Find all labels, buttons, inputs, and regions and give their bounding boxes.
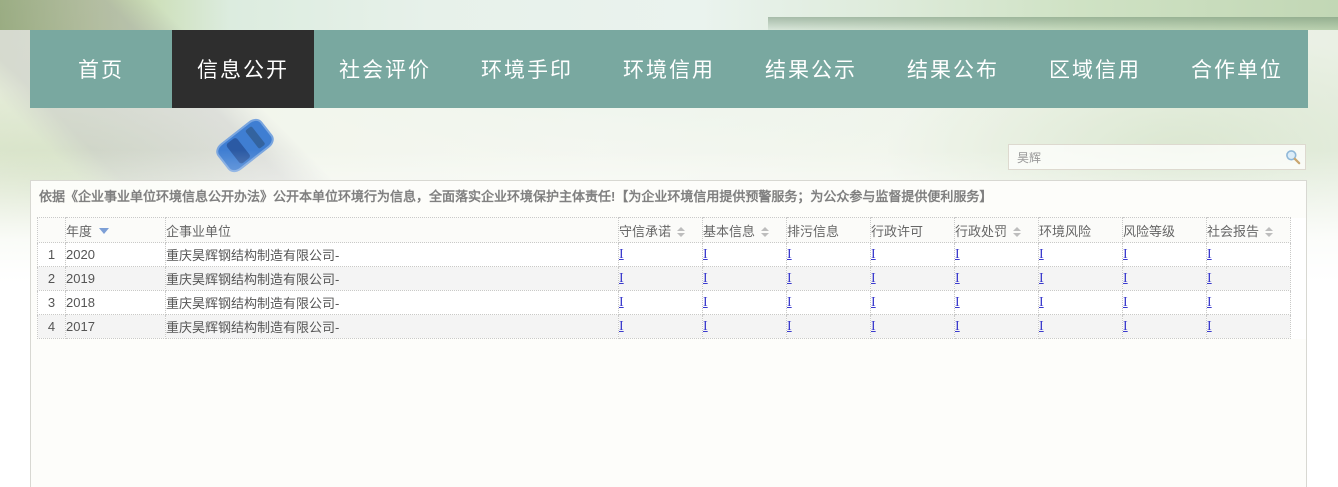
- scroll-gutter: [1291, 315, 1307, 339]
- col-credit-promise-label: 守信承诺: [619, 224, 671, 239]
- company-cell: 重庆昊辉钢结构制造有限公司-: [166, 267, 619, 291]
- col-social-report-header[interactable]: 社会报告: [1207, 218, 1291, 243]
- sort-icon: [761, 227, 769, 237]
- page: 首页 信息公开 社会评价 环境手印 环境信用 结果公示 结果公布 区域信用 合作…: [0, 0, 1338, 487]
- col-admin-permit-label: 行政许可: [871, 224, 923, 239]
- nav-item-regional-credit[interactable]: 区域信用: [1024, 30, 1166, 108]
- search-icon[interactable]: [1285, 149, 1301, 165]
- sort-icon: [677, 227, 685, 237]
- basic-info-link[interactable]: I: [703, 247, 708, 262]
- search-box: [1008, 144, 1306, 170]
- env-risk-link[interactable]: I: [1039, 271, 1044, 286]
- basic-info-link[interactable]: I: [703, 271, 708, 286]
- basic-info-link[interactable]: I: [703, 319, 708, 334]
- col-basic-info-label: 基本信息: [703, 224, 755, 239]
- env-risk-link[interactable]: I: [1039, 247, 1044, 262]
- col-env-risk-label: 环境风险: [1039, 224, 1091, 239]
- col-credit-promise-header[interactable]: 守信承诺: [619, 218, 703, 243]
- nav-item-home[interactable]: 首页: [30, 30, 172, 108]
- table-header-row: 年度 企事业单位 守信承诺 基本信息 排污信息 行政许可: [38, 218, 1307, 243]
- col-index-header: [38, 218, 66, 243]
- table-row: 1 2020 重庆昊辉钢结构制造有限公司- I I I I I I I I: [38, 243, 1307, 267]
- row-index-cell: 2: [38, 267, 66, 291]
- scroll-gutter: [1291, 218, 1307, 243]
- admin-permit-link[interactable]: I: [871, 319, 876, 334]
- records-table: 年度 企事业单位 守信承诺 基本信息 排污信息 行政许可: [37, 217, 1306, 339]
- table-row: 2 2019 重庆昊辉钢结构制造有限公司- I I I I I I I I: [38, 267, 1307, 291]
- year-cell: 2019: [66, 267, 166, 291]
- credit-promise-link[interactable]: I: [619, 295, 624, 310]
- notice-text: 依据《企业事业单位环境信息公开办法》公开本单位环境行为信息，全面落实企业环境保护…: [39, 188, 1298, 206]
- credit-promise-link[interactable]: I: [619, 319, 624, 334]
- table-row: 4 2017 重庆昊辉钢结构制造有限公司- I I I I I I I I: [38, 315, 1307, 339]
- row-index-cell: 1: [38, 243, 66, 267]
- col-pollution-info-label: 排污信息: [787, 224, 839, 239]
- risk-level-link[interactable]: I: [1123, 247, 1128, 262]
- nav-item-info-disclosure[interactable]: 信息公开: [172, 30, 314, 108]
- company-cell: 重庆昊辉钢结构制造有限公司-: [166, 315, 619, 339]
- admin-permit-link[interactable]: I: [871, 247, 876, 262]
- scroll-gutter: [1291, 243, 1307, 267]
- col-admin-permit-header[interactable]: 行政许可: [871, 218, 955, 243]
- risk-level-link[interactable]: I: [1123, 295, 1128, 310]
- sort-icon: [1013, 227, 1021, 237]
- company-cell: 重庆昊辉钢结构制造有限公司-: [166, 243, 619, 267]
- main-nav: 首页 信息公开 社会评价 环境手印 环境信用 结果公示 结果公布 区域信用 合作…: [30, 30, 1308, 108]
- row-index-cell: 4: [38, 315, 66, 339]
- nav-item-env-credit[interactable]: 环境信用: [598, 30, 740, 108]
- admin-penalty-link[interactable]: I: [955, 271, 960, 286]
- admin-penalty-link[interactable]: I: [955, 319, 960, 334]
- year-cell: 2017: [66, 315, 166, 339]
- col-basic-info-header[interactable]: 基本信息: [703, 218, 787, 243]
- year-cell: 2020: [66, 243, 166, 267]
- social-report-link[interactable]: I: [1207, 319, 1212, 334]
- col-year-header[interactable]: 年度: [66, 218, 166, 243]
- col-year-label: 年度: [66, 224, 92, 239]
- col-risk-level-label: 风险等级: [1123, 224, 1175, 239]
- car-window: [245, 126, 265, 149]
- col-risk-level-header[interactable]: 风险等级: [1123, 218, 1207, 243]
- col-company-label: 企事业单位: [166, 224, 231, 239]
- social-report-link[interactable]: I: [1207, 295, 1212, 310]
- sort-icon: [1265, 227, 1273, 237]
- nav-item-partners[interactable]: 合作单位: [1166, 30, 1308, 108]
- year-cell: 2018: [66, 291, 166, 315]
- social-report-link[interactable]: I: [1207, 271, 1212, 286]
- risk-level-link[interactable]: I: [1123, 319, 1128, 334]
- company-cell: 重庆昊辉钢结构制造有限公司-: [166, 291, 619, 315]
- table-row: 3 2018 重庆昊辉钢结构制造有限公司- I I I I I I I I: [38, 291, 1307, 315]
- credit-promise-link[interactable]: I: [619, 247, 624, 262]
- admin-penalty-link[interactable]: I: [955, 247, 960, 262]
- search-input[interactable]: [1008, 144, 1306, 170]
- sort-descending-icon: [99, 228, 109, 234]
- admin-permit-link[interactable]: I: [871, 271, 876, 286]
- nav-item-env-handprint[interactable]: 环境手印: [456, 30, 598, 108]
- pollution-info-link[interactable]: I: [787, 271, 792, 286]
- nav-item-social-evaluation[interactable]: 社会评价: [314, 30, 456, 108]
- col-admin-penalty-label: 行政处罚: [955, 224, 1007, 239]
- row-index-cell: 3: [38, 291, 66, 315]
- scroll-gutter: [1291, 267, 1307, 291]
- pollution-info-link[interactable]: I: [787, 295, 792, 310]
- env-risk-link[interactable]: I: [1039, 295, 1044, 310]
- pollution-info-link[interactable]: I: [787, 247, 792, 262]
- admin-penalty-link[interactable]: I: [955, 295, 960, 310]
- col-company-header[interactable]: 企事业单位: [166, 218, 619, 243]
- credit-promise-link[interactable]: I: [619, 271, 624, 286]
- risk-level-link[interactable]: I: [1123, 271, 1128, 286]
- pollution-info-link[interactable]: I: [787, 319, 792, 334]
- env-risk-link[interactable]: I: [1039, 319, 1044, 334]
- nav-item-result-announcement[interactable]: 结果公布: [882, 30, 1024, 108]
- basic-info-link[interactable]: I: [703, 295, 708, 310]
- scroll-gutter: [1291, 291, 1307, 315]
- col-admin-penalty-header[interactable]: 行政处罚: [955, 218, 1039, 243]
- col-social-report-label: 社会报告: [1207, 224, 1259, 239]
- content-panel: 依据《企业事业单位环境信息公开办法》公开本单位环境行为信息，全面落实企业环境保护…: [30, 180, 1307, 487]
- nav-item-result-publicity[interactable]: 结果公示: [740, 30, 882, 108]
- col-env-risk-header[interactable]: 环境风险: [1039, 218, 1123, 243]
- car-window: [225, 137, 251, 165]
- admin-permit-link[interactable]: I: [871, 295, 876, 310]
- social-report-link[interactable]: I: [1207, 247, 1212, 262]
- col-pollution-info-header[interactable]: 排污信息: [787, 218, 871, 243]
